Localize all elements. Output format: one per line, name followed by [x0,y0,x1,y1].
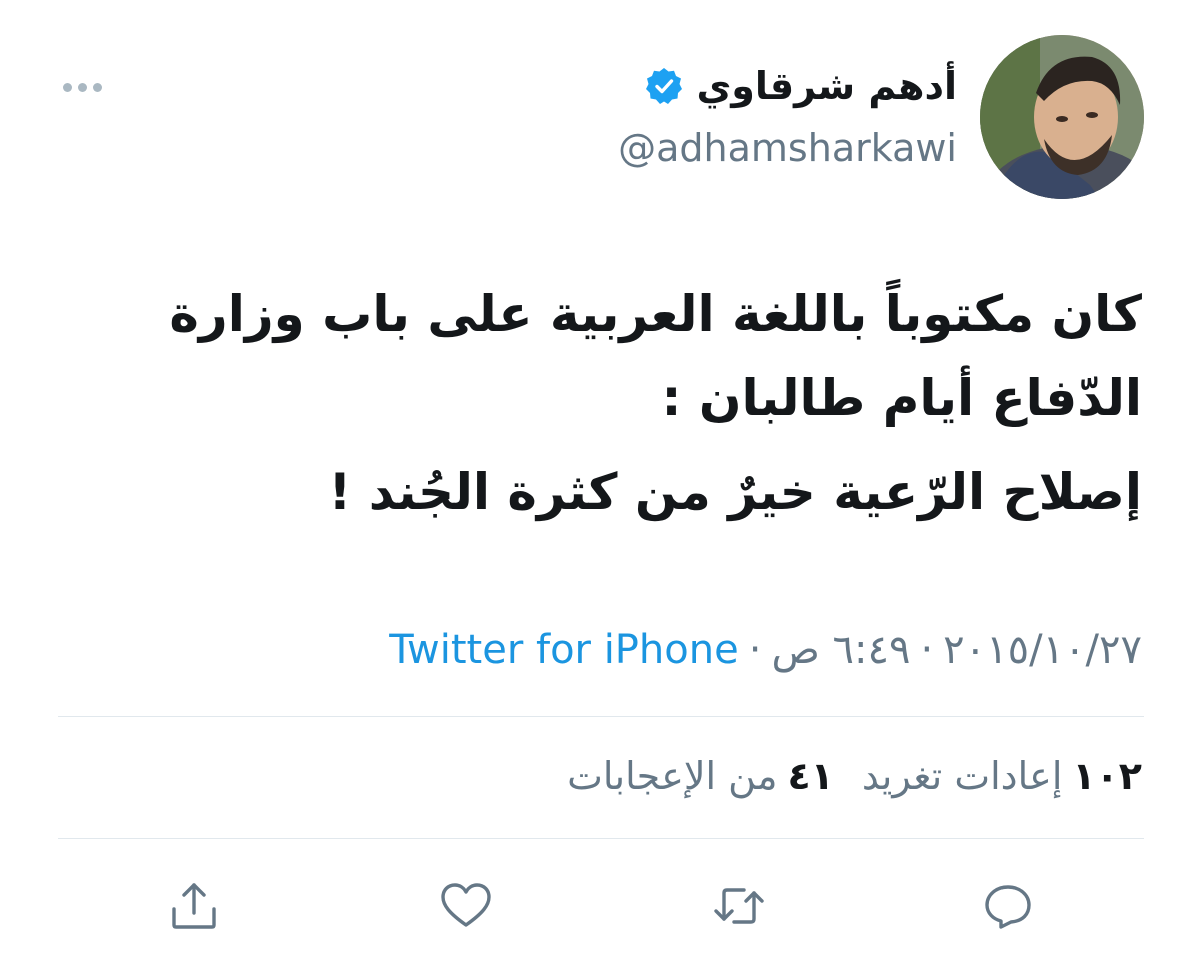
tweet-source-link[interactable]: Twitter for iPhone [389,627,739,673]
tweet-text-line: إصلاح الرّعية خيرٌ من كثرة الجُند ! [328,463,1142,521]
likes-label: من الإعجابات [567,754,778,798]
retweets-stat[interactable]: ١٠٢إعادات تغريد [862,748,1142,804]
avatar[interactable] [980,35,1144,199]
more-dot-icon [92,82,102,92]
more-dot-icon [77,82,87,92]
divider [58,716,1144,717]
tweet-date[interactable]: ٢٠١٥/١٠/٢٧ [943,627,1142,673]
like-button[interactable] [436,876,496,936]
name-row[interactable]: أدهم شرقاوي [644,62,957,110]
tweet-text-line: الدّفاع أيام طالبان : [661,369,1142,427]
display-name[interactable]: أدهم شرقاوي [696,62,957,110]
retweets-count: ١٠٢ [1072,754,1142,798]
reply-button[interactable] [978,876,1038,936]
retweet-icon [714,888,764,924]
retweet-button[interactable] [709,876,769,936]
more-dot-icon [62,82,72,92]
meta-separator: · [748,627,762,673]
tweet-time[interactable]: ٦:٤٩ ص [771,627,910,673]
share-button[interactable] [164,876,224,936]
tweet-card: أدهم شرقاوي @adhamsharkawi كان مكتوباً ب… [0,0,1200,959]
tweet-text-line: كان مكتوباً باللغة العربية على باب وزارة [169,285,1142,343]
profile-photo-icon [980,35,1144,199]
divider [58,838,1144,839]
heart-icon [441,883,491,927]
tweet-text: كان مكتوباً باللغة العربية على باب وزارة… [52,272,1142,534]
more-options-button[interactable] [58,72,106,102]
meta-separator: · [920,627,934,673]
likes-count: ٤١ [787,754,834,798]
tweet-meta: ٢٠١٥/١٠/٢٧·٦:٤٩ ص·Twitter for iPhone [389,622,1142,678]
verified-badge-icon [646,68,683,104]
likes-stat[interactable]: ٤١من الإعجابات [567,748,834,804]
retweets-label: إعادات تغريد [861,754,1063,798]
reply-icon [985,885,1031,929]
tweet-stats: ١٠٢إعادات تغريد ٤١من الإعجابات [567,748,1142,804]
share-icon [172,883,216,929]
user-handle[interactable]: @adhamsharkawi [618,124,957,172]
